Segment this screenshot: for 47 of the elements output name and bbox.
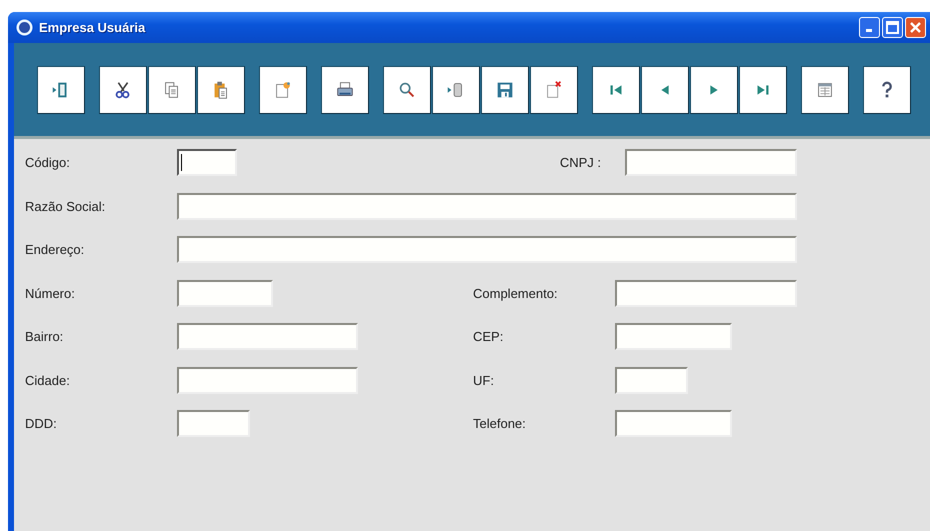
field-label: Número: <box>25 284 76 300</box>
exit-button[interactable] <box>37 66 85 114</box>
paste-button[interactable] <box>197 66 245 114</box>
last-button[interactable] <box>739 66 787 114</box>
copy-button[interactable] <box>148 66 196 114</box>
next-button[interactable] <box>690 66 738 114</box>
text-field[interactable] <box>615 410 732 437</box>
field-label: Razão Social: <box>25 198 106 214</box>
field-label: Telefone: <box>473 415 527 431</box>
minimize-button[interactable] <box>859 17 880 38</box>
text-field[interactable] <box>177 323 358 350</box>
text-field[interactable] <box>615 323 732 350</box>
field-label: Bairro: <box>25 328 64 344</box>
print-button[interactable] <box>321 66 369 114</box>
field-label: Complemento: <box>473 284 559 300</box>
close-icon <box>909 21 922 34</box>
field-label: DDD: <box>25 415 58 431</box>
help-button[interactable] <box>863 66 911 114</box>
text-field[interactable] <box>177 410 250 437</box>
field-label: Endereço: <box>25 241 86 257</box>
delete-button[interactable] <box>530 66 578 114</box>
window-title: Empresa Usuária <box>39 20 146 35</box>
field-label: UF: <box>473 372 495 388</box>
search-button[interactable] <box>383 66 431 114</box>
import-button[interactable] <box>432 66 480 114</box>
text-field[interactable] <box>177 236 797 263</box>
first-button[interactable] <box>592 66 640 114</box>
maximize-icon <box>886 21 899 34</box>
text-field[interactable] <box>615 280 797 306</box>
new-button[interactable] <box>259 66 307 114</box>
field-label: Código: <box>25 154 71 170</box>
text-field[interactable] <box>615 366 688 394</box>
save-button[interactable] <box>481 66 529 114</box>
app-logo-icon <box>16 19 33 36</box>
field-label: Cidade: <box>25 372 71 388</box>
grid-button[interactable] <box>801 66 849 114</box>
text-field[interactable] <box>177 192 797 220</box>
field-label: CNPJ : <box>560 154 602 170</box>
text-field[interactable] <box>177 149 237 176</box>
text-field[interactable] <box>177 366 358 394</box>
previous-button[interactable] <box>641 66 689 114</box>
cut-button[interactable] <box>99 66 147 114</box>
text-field[interactable] <box>625 149 797 176</box>
maximize-button[interactable] <box>882 17 903 38</box>
close-button[interactable] <box>905 17 926 38</box>
field-label: CEP: <box>473 328 504 344</box>
text-field[interactable] <box>177 280 273 306</box>
